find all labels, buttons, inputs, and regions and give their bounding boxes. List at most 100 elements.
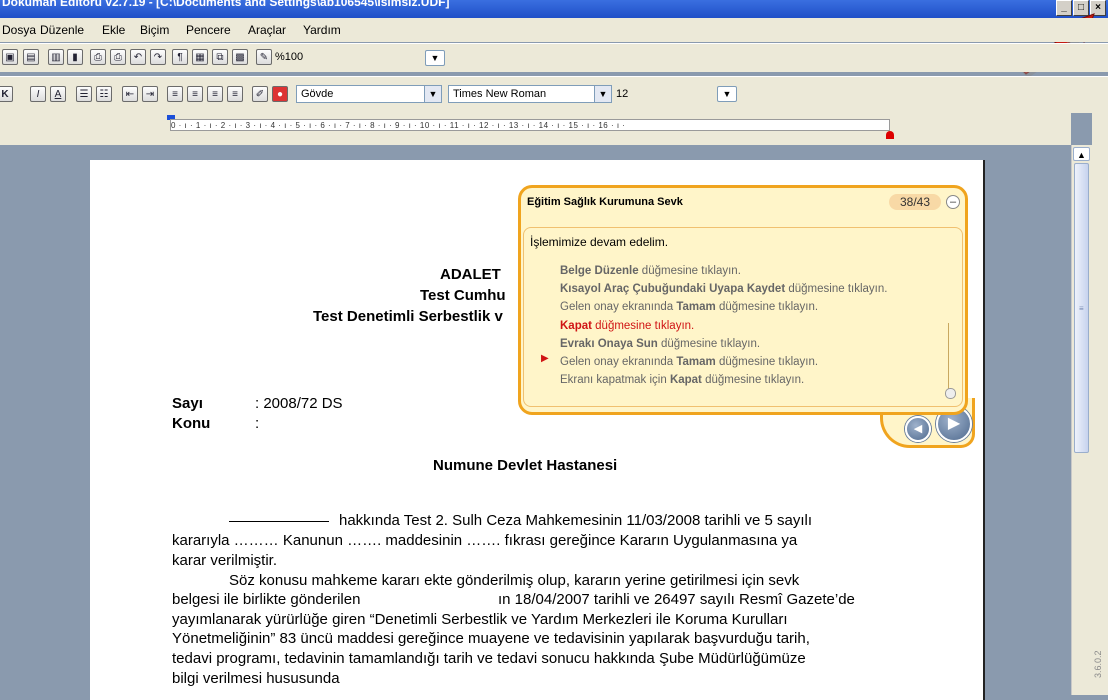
- copy-icon[interactable]: ⧉: [212, 49, 228, 65]
- title-bar: Doküman Editörü v2.7.19 - [C:\Documents …: [0, 0, 1108, 18]
- menu-araclar[interactable]: Araçlar: [248, 23, 286, 37]
- zoom-dropdown-button[interactable]: ▼: [425, 50, 445, 66]
- minimize-guide-button[interactable]: –: [946, 195, 960, 209]
- menu-pencere[interactable]: Pencere: [186, 23, 231, 37]
- guide-scroll-knob[interactable]: [945, 388, 956, 399]
- para2-line4: Yönetmeliğinin” 83 üncü maddesi gereğinc…: [172, 630, 810, 647]
- ruler-scale: 0 · ı · 1 · ı · 2 · ı · 3 · ı · 4 · ı · …: [170, 119, 890, 131]
- header-line-3: Test Denetimli Serbestlik v: [313, 308, 503, 325]
- menu-duzenle[interactable]: Düzenle: [40, 23, 84, 37]
- edit-image-icon[interactable]: ✎: [256, 49, 272, 65]
- guide-step: Evrakı Onaya Sun düğmesine tıklayın.: [560, 335, 887, 353]
- version-label: 3.6.0.2: [1093, 650, 1103, 678]
- guide-content: İşlemimize devam edelim. Belge Düzenle d…: [523, 227, 963, 407]
- style-select-value: Gövde: [301, 88, 334, 100]
- align-left-icon[interactable]: ≡: [167, 86, 183, 102]
- right-pane: [1092, 113, 1108, 695]
- standard-toolbar: ▣ ▤ ▥ ▮ ⎙ ⎙ ↶ ↷ ¶ ▦ ⧉ ▩ ✎ %100 ▼: [0, 43, 1108, 72]
- font-select[interactable]: Times New Roman ▼: [448, 85, 612, 103]
- guide-step-action: Tamam: [676, 356, 716, 369]
- scroll-up-icon[interactable]: ▲: [1073, 147, 1090, 161]
- step-counter: 38/43: [889, 194, 941, 210]
- highlight-icon[interactable]: ✐: [252, 86, 268, 102]
- redo-icon[interactable]: ↷: [150, 49, 166, 65]
- guide-step-text: düğmesine tıklayın.: [785, 283, 888, 296]
- guide-step-action: Kapat: [669, 374, 702, 387]
- style-select[interactable]: Gövde ▼: [296, 85, 442, 103]
- guide-step-text: düğmesine tıklayın.: [715, 356, 819, 369]
- ruler: 0 · ı · 1 · ı · 2 · ı · 3 · ı · 4 · ı · …: [0, 113, 1071, 145]
- vertical-scrollbar[interactable]: ▲ ≡: [1071, 145, 1092, 695]
- bold-icon[interactable]: K: [0, 86, 13, 102]
- numbered-list-icon[interactable]: ☷: [96, 86, 112, 102]
- guide-step: Kapat düğmesine tıklayın.: [560, 317, 887, 335]
- bullet-list-icon[interactable]: ☰: [76, 86, 92, 102]
- previous-step-button[interactable]: ◀: [905, 416, 931, 442]
- guide-step: Gelen onay ekranında Tamam düğmesine tık…: [560, 353, 887, 371]
- menu-dosya[interactable]: Dosya: [2, 23, 36, 37]
- print-icon[interactable]: ⎙: [110, 49, 126, 65]
- guide-step-text: düğmesine tıklayın.: [715, 301, 819, 314]
- para2-line1: Söz konusu mahkeme kararı ekte gönderilm…: [229, 572, 800, 589]
- para2-line6: bilgi verilmesi hususunda: [172, 670, 340, 687]
- menu-ekle[interactable]: Ekle: [102, 23, 125, 37]
- italic-icon[interactable]: I: [30, 86, 46, 102]
- print-preview-icon[interactable]: ⎙: [90, 49, 106, 65]
- chevron-down-icon: ▼: [594, 86, 611, 102]
- open-icon[interactable]: ▤: [23, 49, 39, 65]
- recipient: Numune Devlet Hastanesi: [433, 457, 618, 474]
- guide-scrollbar[interactable]: [945, 323, 958, 399]
- guide-intro: İşlemimize devam edelim.: [530, 235, 669, 249]
- document-icon[interactable]: ▮: [67, 49, 83, 65]
- guide-step-action: Belge Düzenle: [560, 265, 639, 277]
- chevron-down-icon: ▼: [424, 86, 441, 102]
- header-line-2: Test Cumhu: [420, 287, 506, 304]
- decrease-indent-icon[interactable]: ⇤: [122, 86, 138, 102]
- guide-step-action: Evrakı Onaya Sun: [560, 337, 658, 350]
- right-indent-marker[interactable]: [886, 131, 894, 139]
- guide-step: Belge Düzenle düğmesine tıklayın.: [560, 262, 887, 280]
- para1-line1: hakkında Test 2. Sulh Ceza Mahkemesinin …: [339, 512, 813, 529]
- guide-step-prefix: Gelen onay ekranında: [560, 356, 677, 369]
- align-center-icon[interactable]: ≡: [187, 86, 203, 102]
- menu-bar: Dosya Düzenle Ekle Biçim Pencere Araçlar…: [0, 18, 1108, 42]
- header-line-1: ADALET: [440, 266, 501, 283]
- guide-step: Ekranı kapatmak için Kapat düğmesine tık…: [560, 371, 887, 389]
- guide-step-action: Tamam: [676, 301, 716, 314]
- menu-yardim[interactable]: Yardım: [303, 23, 341, 37]
- sayi-value: : 2008/72 DS: [255, 395, 343, 412]
- increase-indent-icon[interactable]: ⇥: [142, 86, 158, 102]
- record-icon[interactable]: ●: [272, 86, 288, 102]
- para1-line2: kararıyla ……… Kanunun ……. maddesinin …….…: [172, 532, 798, 549]
- blank-line: [229, 521, 329, 522]
- font-select-value: Times New Roman: [453, 88, 547, 100]
- sayi-label: Sayı: [172, 395, 203, 412]
- para2-line5: tedavi programı, tedavinin tamamlandığı …: [172, 650, 806, 667]
- font-size-dropdown-button[interactable]: ▼: [717, 86, 737, 102]
- guide-step-action: Kısayol Araç Çubuğundaki Uyapa Kaydet: [560, 283, 786, 296]
- font-size-value: 12: [616, 88, 629, 100]
- image-icon[interactable]: ▩: [232, 49, 248, 65]
- scroll-thumb[interactable]: ≡: [1074, 163, 1089, 453]
- guide-step-text: düğmesine tıklayın.: [591, 319, 695, 332]
- undo-icon[interactable]: ↶: [130, 49, 146, 65]
- menu-bicim[interactable]: Biçim: [140, 23, 169, 37]
- current-step-pointer-icon: ▶: [541, 353, 549, 364]
- disk-icon[interactable]: ▥: [48, 49, 64, 65]
- paragraph-mark-icon[interactable]: ¶: [172, 49, 188, 65]
- konu-value: :: [255, 415, 260, 432]
- guide-step-prefix: Gelen onay ekranında: [560, 301, 677, 314]
- formatting-toolbar: K I A ☰ ☷ ⇤ ⇥ ≡ ≡ ≡ ≡ ✐ ● Gövde ▼ Times …: [0, 76, 1108, 113]
- guide-step: Kısayol Araç Çubuğundaki Uyapa Kaydet dü…: [560, 280, 887, 298]
- align-right-icon[interactable]: ≡: [207, 86, 223, 102]
- table-icon[interactable]: ▦: [192, 49, 208, 65]
- justify-icon[interactable]: ≡: [227, 86, 243, 102]
- guide-steps-list: Belge Düzenle düğmesine tıklayın. Kısayol…: [560, 262, 887, 389]
- para2-line2b: ın 18/04/2007 tarihli ve 26497 sayılı Re…: [498, 591, 855, 608]
- underline-icon[interactable]: A: [50, 86, 66, 102]
- guide-step-prefix: Ekranı kapatmak için: [560, 374, 670, 387]
- zoom-value: %100: [275, 51, 304, 63]
- save-icon[interactable]: ▣: [2, 49, 18, 65]
- window-title: Doküman Editörü v2.7.19 - [C:\Documents …: [2, 0, 450, 9]
- para2-line2a: belgesi ile birlikte gönderilen: [172, 591, 361, 608]
